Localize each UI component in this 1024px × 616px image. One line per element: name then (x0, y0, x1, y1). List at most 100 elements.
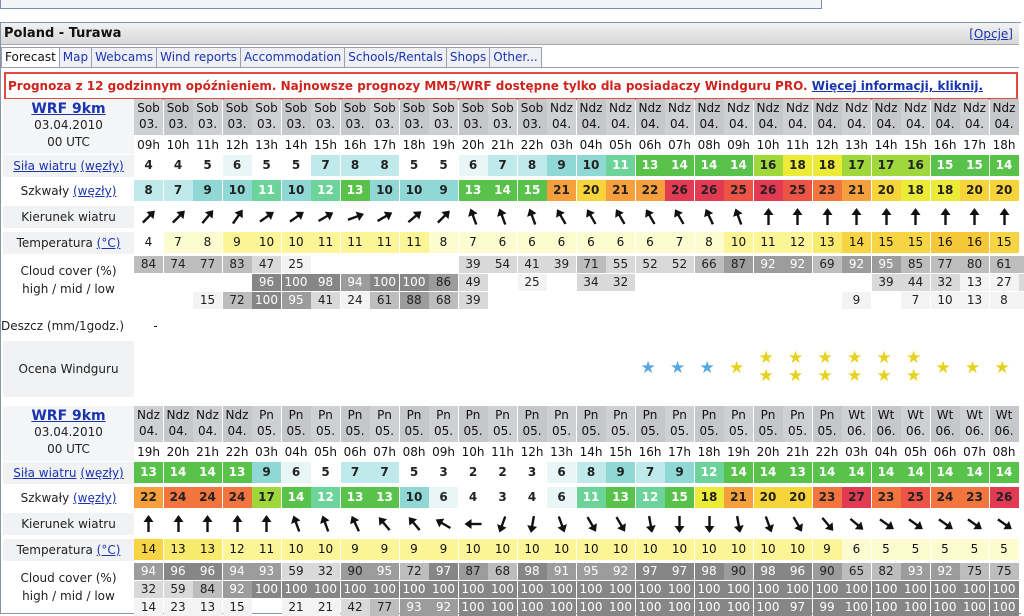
cloud-high-cell: 91 (547, 563, 576, 580)
forecast-panel: Poland - Turawa [Opcje] Forecast Map Webca… (0, 22, 1024, 616)
wind-direction-arrow (754, 513, 783, 535)
date-label: 05. (581, 424, 601, 438)
gusts-text: Szkwały (20, 184, 70, 198)
date-label: 04. (227, 424, 247, 438)
gust-cell: 11 (576, 487, 606, 508)
more-info-link[interactable]: Więcej informacji, kliknij. (812, 79, 983, 93)
wind-direction-arrow (164, 513, 193, 535)
cloud-low-cell: 100 (753, 599, 783, 616)
wind-speed-cell: 9 (665, 462, 694, 483)
cloud-mid-cell (547, 274, 576, 291)
hour-label: 06h (343, 445, 367, 459)
date-label: 05. (787, 424, 808, 438)
options-link[interactable]: [Opcje] (969, 27, 1013, 41)
wind-speed-label: Siła wiatru (węzły) (3, 462, 134, 484)
hour-label: 16h (343, 138, 367, 152)
warning-text: Prognoza z 12 godzinnym opóźnieniem. Naj… (8, 79, 808, 93)
model-name-link[interactable]: WRF 9km (3, 99, 134, 117)
hour-label: 21h (491, 138, 514, 152)
cloud-high-cell: 39 (458, 256, 488, 273)
cloud-mid-cell: 34 (576, 274, 606, 291)
cloud-low-cell (252, 599, 281, 616)
hour-label: 12h (815, 138, 839, 152)
cloud-low-cell (783, 292, 812, 309)
cloud-low-cell: 100 (901, 599, 930, 616)
gust-unit-link[interactable]: (węzły) (73, 491, 116, 505)
temperature-cell: 11 (399, 232, 429, 253)
date-label: 04. (817, 117, 837, 131)
cloud-mid-cell: 100 (458, 581, 488, 598)
temperature-cell: 10 (665, 539, 694, 560)
date-label: 06. (846, 424, 867, 438)
cloud-mid-cell: 100 (547, 581, 576, 598)
wind-direction-arrow (931, 206, 960, 228)
tab-accommodation[interactable]: Accommodation (241, 47, 346, 68)
wind-direction-arrow (488, 513, 517, 535)
gust-cell: 26 (665, 180, 694, 201)
wind-speed-cell: 7 (311, 155, 340, 176)
tab-other[interactable]: Other... (490, 47, 542, 68)
cloud-high-cell: 94 (222, 563, 252, 580)
hour-label: 04h (579, 138, 603, 152)
wind-speed-cell: 6 (281, 462, 311, 483)
temperature-cell: 10 (635, 539, 665, 560)
hour-label: 07h (668, 138, 691, 152)
cloud-mid-cell: 94 (340, 274, 370, 291)
gust-cell: 11 (252, 180, 281, 201)
temperature-cell: 10 (753, 539, 783, 560)
tab-webcams[interactable]: Webcams (92, 47, 158, 68)
temp-unit-link[interactable]: (°C) (97, 543, 121, 557)
wind-direction-arrow (311, 206, 340, 228)
temperature-cell: 13 (193, 539, 222, 560)
cloud-high-cell: 77 (193, 256, 222, 273)
tab-shops[interactable]: Shops (446, 47, 491, 68)
gust-cell: 26 (694, 180, 724, 201)
tab-schools-rentals[interactable]: Schools/Rentals (345, 47, 447, 68)
wind-speed-link[interactable]: Siła wiatru (13, 466, 76, 480)
temperature-cell: 6 (606, 232, 635, 253)
temp-unit-link[interactable]: (°C) (97, 236, 121, 250)
hour-label: 10h (461, 445, 485, 459)
wind-speed-link[interactable]: Siła wiatru (13, 159, 76, 173)
wind-direction-arrow (724, 513, 753, 535)
day-label: Pn (613, 408, 628, 422)
wind-unit-link[interactable]: (węzły) (80, 466, 123, 480)
wind-speed-cell: 13 (783, 462, 812, 483)
gust-cell: 21 (842, 180, 871, 201)
tab-wind-reports[interactable]: Wind reports (157, 47, 242, 68)
cloud-mid-cell: 100 (960, 581, 989, 598)
date-label: 04. (905, 117, 926, 131)
gust-cell: 12 (311, 180, 340, 201)
wind-direction-arrow (341, 513, 370, 535)
direction-label: Kierunek wiatru (3, 513, 134, 535)
wind-speed-cell: 18 (783, 155, 812, 176)
gust-unit-link[interactable]: (węzły) (73, 184, 116, 198)
cloud-mid-cell: 100 (871, 581, 901, 598)
rating-star-yellow-icon: ★ (817, 366, 833, 386)
cloud-mid-cell: 100 (340, 581, 370, 598)
temperature-cell: 15 (989, 232, 1019, 253)
gust-cell: 20 (871, 180, 901, 201)
model-name-link[interactable]: WRF 9km (3, 406, 134, 424)
day-label: Sob (373, 101, 396, 115)
rating-star-yellow-icon: ★ (758, 366, 774, 386)
cloud-mid-cell (813, 274, 842, 291)
temperature-cell: 10 (606, 539, 635, 560)
rating-star-yellow-icon: ★ (965, 358, 981, 378)
day-label: Ndz (225, 408, 249, 422)
cloud-mid-cell: 86 (429, 274, 458, 291)
tab-map[interactable]: Map (59, 47, 93, 68)
cloud-low-cell: 92 (429, 599, 458, 616)
wind-speed-cell: 2 (458, 462, 488, 483)
cloud-high-cell (429, 256, 458, 273)
cloud-high-cell: 90 (340, 563, 370, 580)
cloud-high-cell: 25 (281, 256, 311, 273)
date-label: 05. (374, 424, 395, 438)
temperature-cell: 10 (488, 539, 517, 560)
wind-unit-link[interactable]: (węzły) (80, 159, 123, 173)
cloud-cover-label: Cloud cover (%) high / mid / low (3, 262, 134, 302)
tab-forecast[interactable]: Forecast (1, 47, 60, 68)
cloud-high-cell: 77 (930, 256, 960, 273)
temperature-cell: 12 (783, 232, 812, 253)
temperature-cell: 6 (576, 232, 606, 253)
